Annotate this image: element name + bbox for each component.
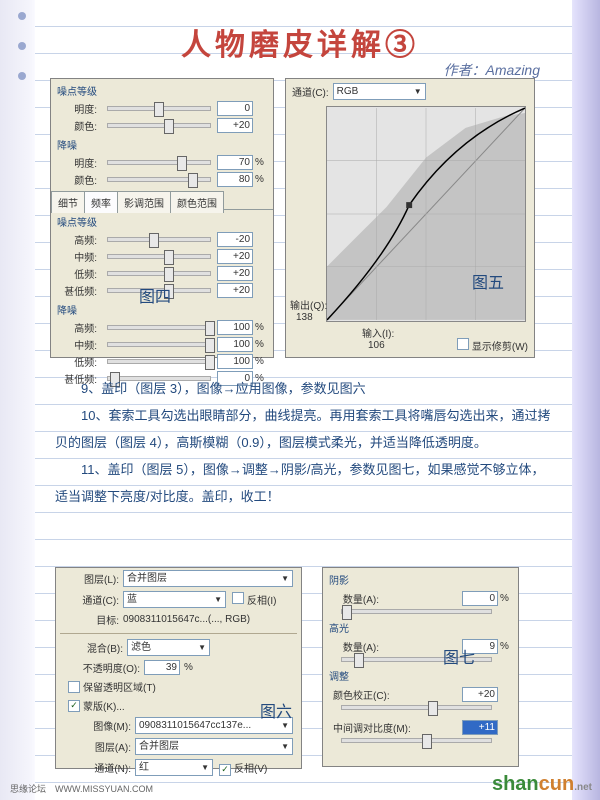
- tab[interactable]: 频率: [84, 191, 118, 213]
- tab-row: 细节频率影调范围颜色范围: [51, 189, 273, 210]
- author: 作者：Amazing: [444, 60, 540, 80]
- fig7-label: 图七: [443, 644, 475, 668]
- noise-group-label: 噪点等级: [57, 83, 267, 98]
- fig6-label: 图六: [260, 698, 292, 722]
- slider[interactable]: [107, 123, 211, 128]
- panel-fig4: 噪点等级 明度:0 颜色:+20 降噪 明度:70% 颜色:80% 细节频率影调…: [50, 78, 274, 358]
- page-title: 人物磨皮详解③: [0, 20, 600, 64]
- watermark: shancun.net: [492, 773, 592, 796]
- panel-fig6: 图层(L):合并图层▼ 通道(C):蓝▼反相(I) 目标:09083110156…: [55, 567, 302, 769]
- panel-fig5: 通道(C):RGB▼ 输出(Q):138 输入(I):106 显示修剪(W) 图…: [285, 78, 535, 358]
- tab[interactable]: 颜色范围: [170, 191, 224, 213]
- tab[interactable]: 细节: [51, 191, 85, 213]
- footer: 思缘论坛 WWW.MISSYUAN.COM: [10, 782, 153, 795]
- channel-combo[interactable]: RGB▼: [333, 83, 426, 100]
- combo[interactable]: 合并图层▼: [123, 570, 293, 587]
- slider[interactable]: [107, 106, 211, 111]
- tab[interactable]: 影调范围: [117, 191, 171, 213]
- val[interactable]: 0: [217, 101, 253, 116]
- fig5-label: 图五: [472, 269, 504, 293]
- fig4-label: 图四: [139, 283, 171, 307]
- panel-fig7: 阴影 数量(A):0% 高光 数量(A):9% 调整 颜色校正(C):+20 中…: [322, 567, 519, 767]
- checkbox[interactable]: [457, 338, 469, 350]
- body-text: 9、盖印（图层 3），图像→应用图像，参数见图六 10、套索工具勾选出眼睛部分，…: [55, 375, 555, 510]
